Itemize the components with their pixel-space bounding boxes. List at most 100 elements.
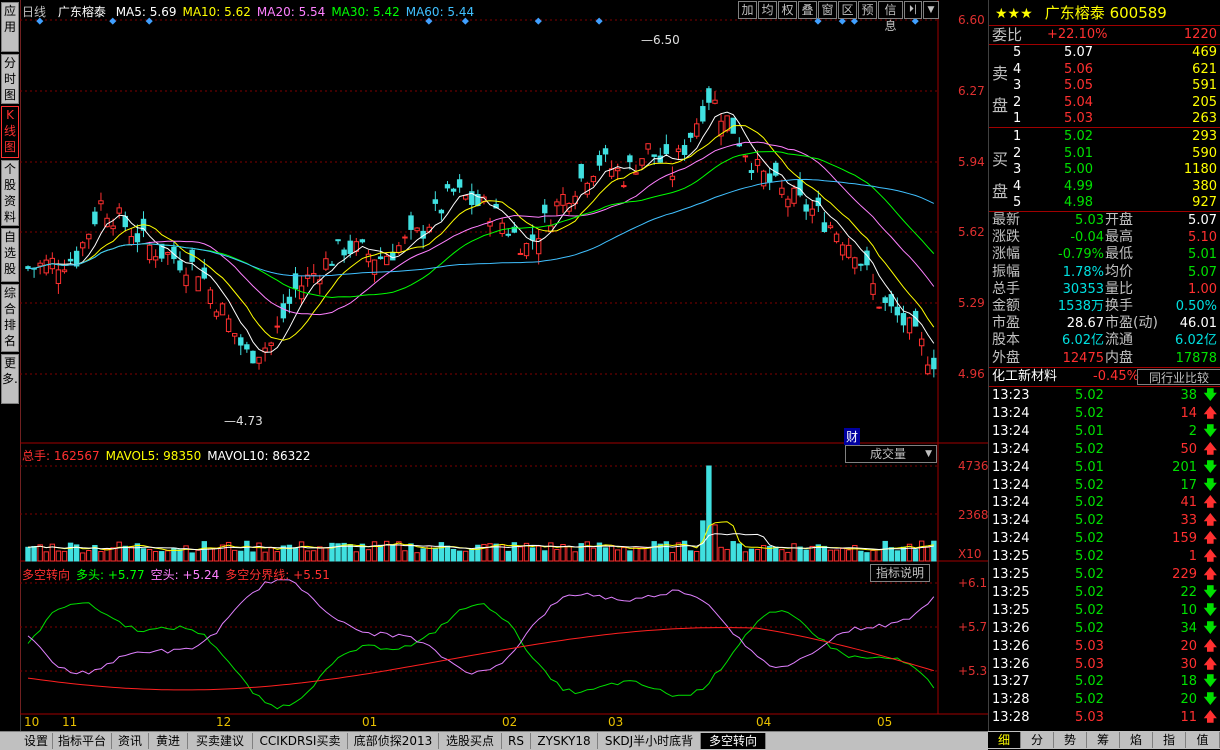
toolbar-add-button[interactable]: 加 xyxy=(738,1,757,19)
tab-skdj[interactable]: SKDJ半小时底背 xyxy=(598,733,701,749)
buy-order-row[interactable]: 5 4.98 927 xyxy=(989,194,1220,211)
kline-candle xyxy=(128,236,135,246)
rating-stars: ★★★ xyxy=(995,6,1033,22)
order-level: 2 xyxy=(1013,94,1022,110)
tick-volume: 41 xyxy=(1180,495,1197,511)
toolbar-info-button[interactable]: 信息 xyxy=(878,1,903,33)
date-tick: 04 xyxy=(756,715,772,729)
tab-chips[interactable]: 筹 xyxy=(1087,732,1120,748)
tab-apps[interactable]: 应用 xyxy=(1,2,19,52)
toolbar-window-button[interactable]: 窗 xyxy=(818,1,837,19)
tab-long-short-turn[interactable]: 多空转向 xyxy=(701,733,766,749)
sell-order-row[interactable]: 5 5.07 469 xyxy=(989,44,1220,61)
toolbar-forecast-button[interactable]: 预 xyxy=(858,1,877,19)
kline-chart-canvas[interactable] xyxy=(20,0,988,731)
order-level: 1 xyxy=(1013,129,1022,144)
kline-candle xyxy=(152,256,159,261)
toolbar-overlay-button[interactable]: 叠 xyxy=(798,1,817,19)
date-tick: 12 xyxy=(216,715,232,729)
legend-item: 空头: +5.24 xyxy=(150,568,220,582)
indicator-help-button[interactable]: 指标说明 xyxy=(870,564,930,582)
down-arrow-icon: 🡇 xyxy=(1203,459,1217,475)
tab-trade-advice[interactable]: 买卖建议 xyxy=(188,733,253,749)
volume-bar xyxy=(31,546,37,562)
stat-label: 市盈(动) xyxy=(1105,315,1158,332)
order-price: 5.03 xyxy=(1064,111,1093,127)
order-volume: 590 xyxy=(1192,145,1217,161)
stat-value: 0.50% xyxy=(1175,299,1217,314)
sell-order-row[interactable]: 4 5.06 621 xyxy=(989,61,1220,78)
volume-bar xyxy=(633,546,639,562)
kline-candle xyxy=(809,208,815,216)
kline-candle xyxy=(633,172,639,175)
tick-time: 13:26 xyxy=(992,656,1030,672)
kline-candle xyxy=(256,356,262,364)
chevron-down-icon[interactable]: ▼ xyxy=(923,1,939,19)
order-price: 5.02 xyxy=(1064,129,1093,144)
tab-stock-info[interactable]: 个股资料 xyxy=(1,160,19,226)
buy-order-row[interactable]: 3 5.00 1180 xyxy=(989,161,1220,178)
volume-bar xyxy=(590,547,597,562)
kline-candle xyxy=(833,233,840,243)
tab-minute[interactable]: 分 xyxy=(1021,732,1054,748)
kline-candle xyxy=(791,187,797,204)
legend-item: MA30: 5.42 xyxy=(331,5,400,19)
tab-trend[interactable]: 势 xyxy=(1054,732,1087,748)
volume-bar xyxy=(706,465,712,562)
volume-bar xyxy=(262,551,268,562)
quote-stat-row: 金额 1538万 换手 0.50% xyxy=(989,298,1220,315)
tab-indicator-platform[interactable]: 指标平台 xyxy=(53,733,112,749)
volume-bar xyxy=(377,544,384,562)
tab-value[interactable]: 值 xyxy=(1186,732,1220,748)
volume-bar xyxy=(292,547,299,562)
toolbar-average-button[interactable]: 均 xyxy=(758,1,777,19)
sell-order-row[interactable]: 1 5.03 263 xyxy=(989,110,1220,127)
volume-bar xyxy=(165,550,171,562)
toolbar-rights-button[interactable]: 权 xyxy=(778,1,797,19)
tab-ccikdrsi[interactable]: CCIKDRSI买卖 xyxy=(253,733,348,749)
tab-bottom-detective[interactable]: 底部侦探2013 xyxy=(348,733,439,749)
volume-indicator-select[interactable]: 成交量 ▼ xyxy=(845,445,937,463)
tab-index[interactable]: 指 xyxy=(1153,732,1186,748)
volume-bar xyxy=(347,544,353,562)
buy-order-row[interactable]: 1 5.02 293 xyxy=(989,128,1220,145)
volume-bar xyxy=(207,548,214,562)
order-price: 5.06 xyxy=(1064,61,1093,77)
kline-candle xyxy=(554,201,560,207)
tab-kline[interactable]: K线图 xyxy=(1,106,19,158)
stat-value: 17878 xyxy=(1175,350,1217,366)
buy-order-row[interactable]: 4 4.99 380 xyxy=(989,178,1220,195)
sell-order-row[interactable]: 2 5.04 205 xyxy=(989,94,1220,111)
buy-order-row[interactable]: 2 5.01 590 xyxy=(989,145,1220,162)
tick-price: 5.02 xyxy=(1075,495,1104,511)
stat-label: 外盘 xyxy=(992,349,1020,366)
up-arrow-icon: 🡅 xyxy=(1203,513,1217,529)
volume-bar xyxy=(159,551,165,562)
tab-rs[interactable]: RS xyxy=(502,733,531,749)
kline-candle xyxy=(906,317,913,334)
industry-compare-button[interactable]: 同行业比较 xyxy=(1137,369,1220,385)
tab-buy-points[interactable]: 选股买点 xyxy=(439,733,502,749)
tab-zysky18[interactable]: ZYSKY18 xyxy=(531,733,598,749)
tab-intraday[interactable]: 分时图 xyxy=(1,54,19,104)
toolbar-range-button[interactable]: 区 xyxy=(838,1,857,19)
tab-detail[interactable]: 细 xyxy=(988,732,1021,748)
tab-watchlist[interactable]: 自选股 xyxy=(1,228,19,282)
tab-more[interactable]: 更多.. xyxy=(1,354,22,404)
tab-news[interactable]: 资讯 xyxy=(112,733,149,749)
tab-ranking[interactable]: 综合排名 xyxy=(1,284,19,352)
financial-report-icon[interactable]: 财 xyxy=(844,428,861,445)
kline-candle xyxy=(894,306,901,316)
order-volume: 293 xyxy=(1192,129,1217,144)
tab-huangjin[interactable]: 黄进 xyxy=(149,733,188,749)
tab-settings[interactable]: 设置 xyxy=(20,733,53,749)
tab-flame[interactable]: 焰 xyxy=(1120,732,1153,748)
order-volume: 591 xyxy=(1192,78,1217,94)
sell-order-row[interactable]: 3 5.05 591 xyxy=(989,77,1220,94)
industry-name[interactable]: 化工新材料 xyxy=(992,368,1057,386)
kline-candle xyxy=(827,225,834,229)
pin-icon[interactable]: ⏵| xyxy=(904,1,922,19)
quote-stat-row: 市盈 28.67 市盈(动) 46.01 xyxy=(989,315,1220,332)
kline-candle xyxy=(37,262,43,267)
kline-candle xyxy=(195,276,201,292)
